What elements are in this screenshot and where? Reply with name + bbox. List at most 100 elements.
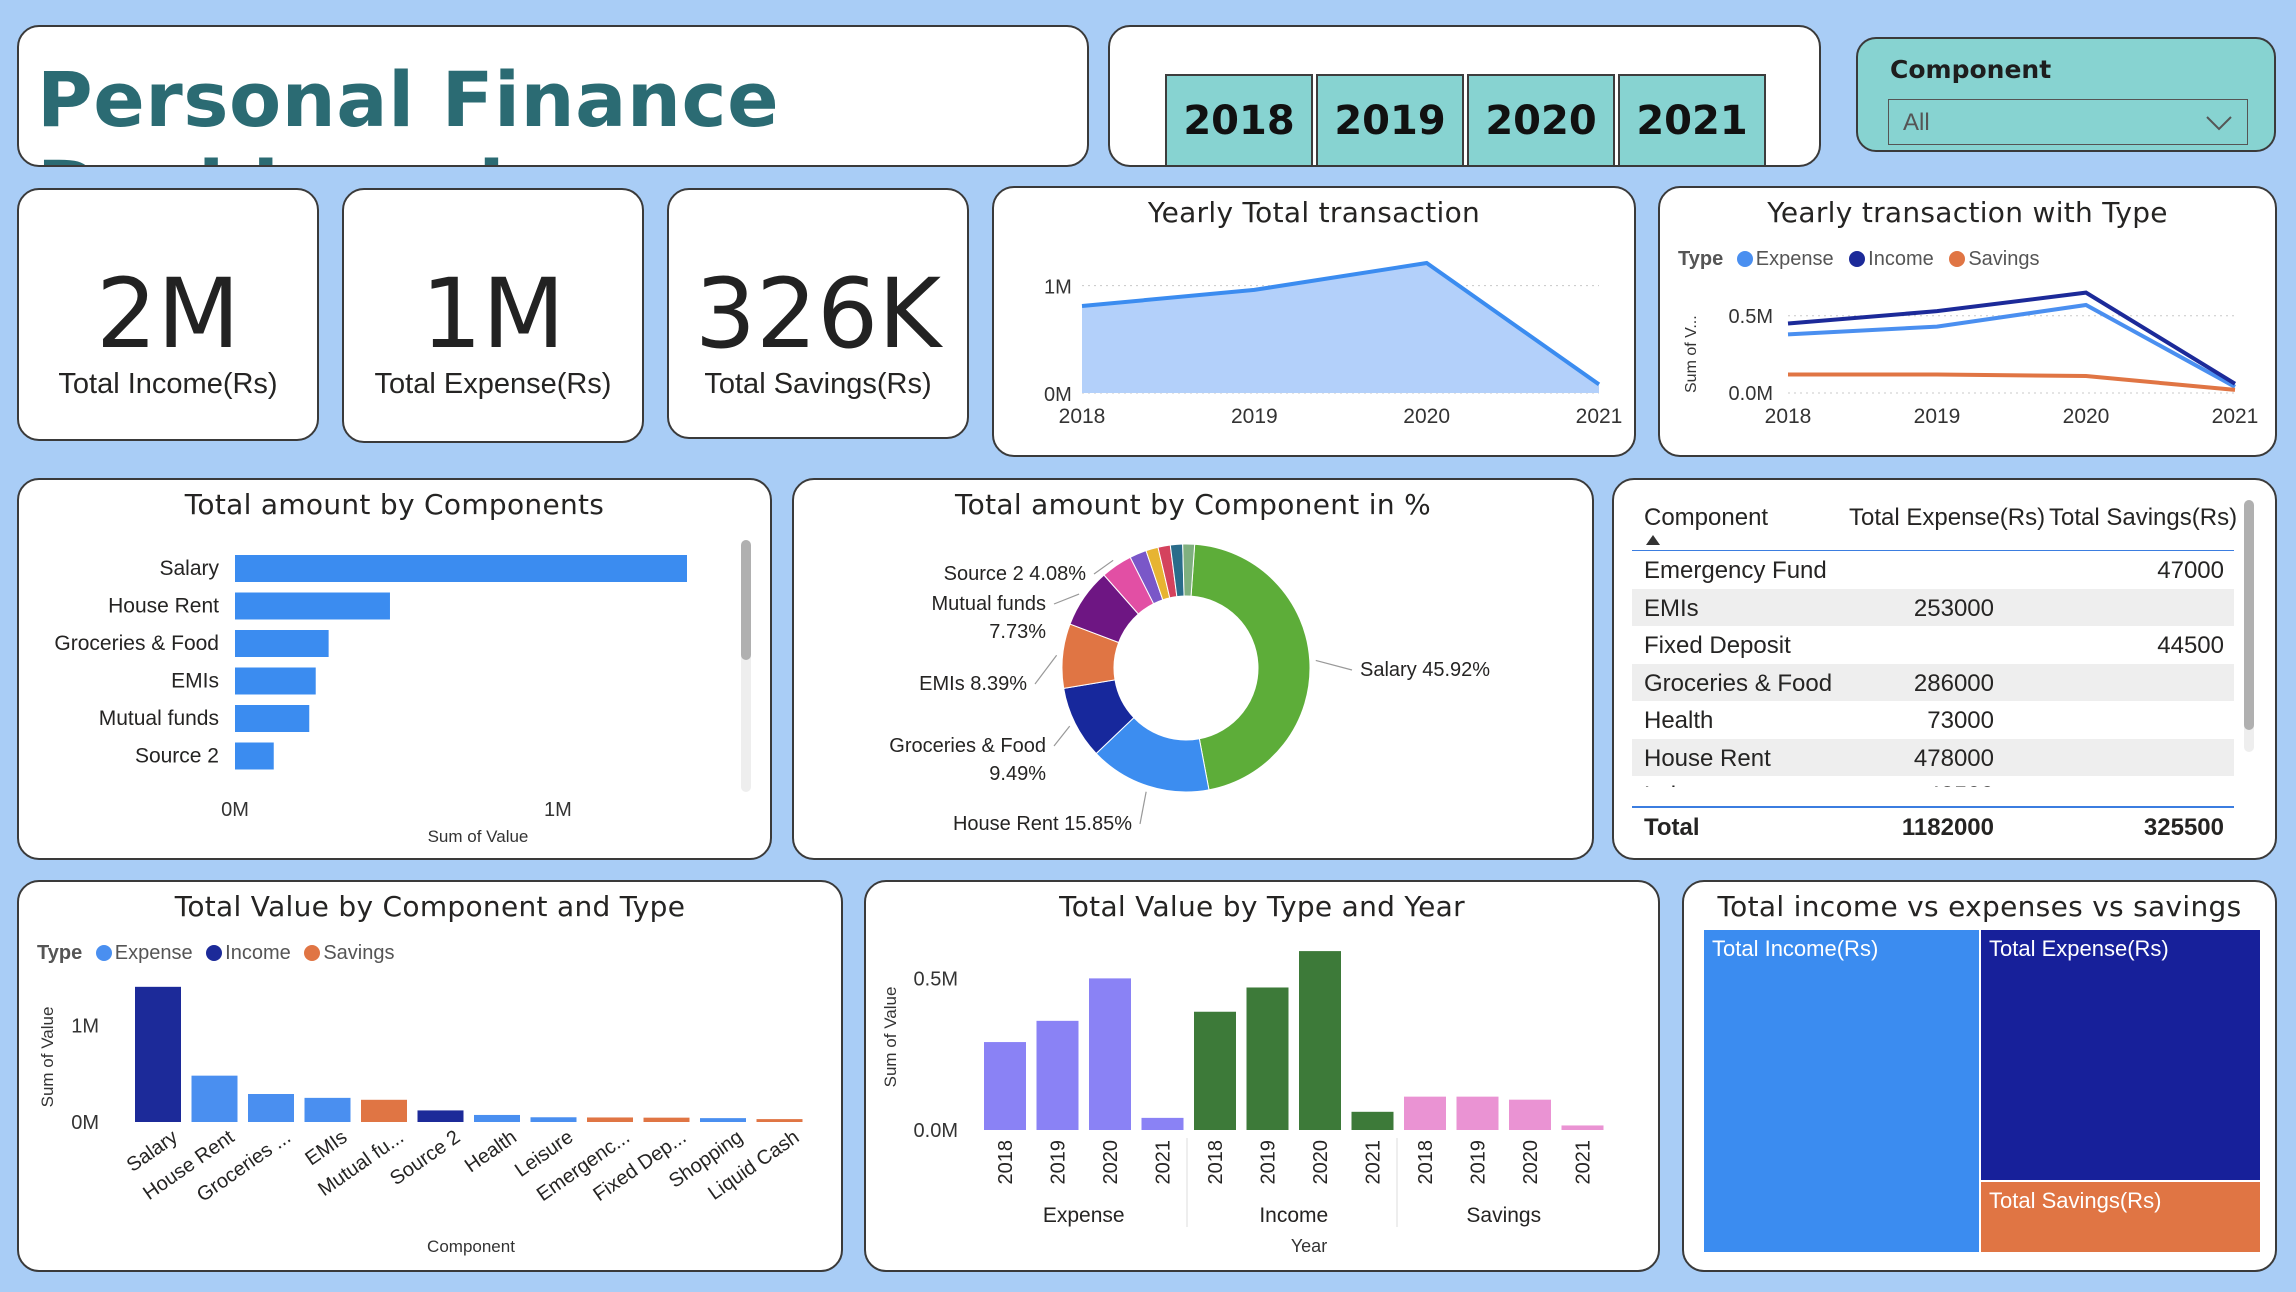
y-tick-label: 0.5M xyxy=(1729,306,1773,328)
table-scrollbar[interactable] xyxy=(2244,500,2254,752)
table-total-row: Total 1182000 325500 xyxy=(1632,810,2234,850)
kpi-total-expense-label: Total Expense(Rs) xyxy=(374,368,612,400)
treemap-chart: Total Income(Rs) Total Expense(Rs) Total S… xyxy=(1704,930,2260,1252)
title-card: Personal Finance Dashboard xyxy=(17,25,1089,167)
year-button-2018[interactable]: 2018 xyxy=(1165,74,1313,165)
bar xyxy=(235,630,329,657)
bar xyxy=(1194,1011,1236,1130)
cell-expense: 286000 xyxy=(1913,669,1994,697)
bar xyxy=(361,1099,407,1122)
components-bar-card: Total amount by Components Salary House R… xyxy=(17,478,772,860)
y-tick-label: 0M xyxy=(71,1112,99,1134)
cell-component: EMIs xyxy=(1644,594,1699,622)
cell-component: Leisure xyxy=(1644,782,1723,787)
treemap-tile[interactable]: Total Income(Rs) xyxy=(1704,930,1979,1252)
cell-expense: 253000 xyxy=(1913,594,1994,622)
treemap-tile-label: Total Expense(Rs) xyxy=(1989,936,2169,961)
table-body: Emergency Fund 47000 EMIs 253000 Fixed Depos… xyxy=(1614,551,2254,787)
x-axis-label: Sum of Value xyxy=(428,827,529,846)
series-line-income xyxy=(1787,290,2237,386)
x-tick-label: 2021 xyxy=(1573,1140,1595,1185)
component-slicer-label: Component xyxy=(1890,55,2052,84)
component-dropdown[interactable]: All xyxy=(1888,99,2248,145)
group-label: Savings xyxy=(1466,1204,1541,1227)
table-row[interactable]: Emergency Fund 47000 xyxy=(1632,551,2234,589)
bar xyxy=(235,742,274,770)
yearly-type-card: Yearly transaction with Type Type Expens… xyxy=(1658,186,2277,457)
column-header-expense[interactable]: Total Expense(Rs) xyxy=(1849,504,2045,532)
bar xyxy=(700,1118,746,1122)
kpi-total-income-label: Total Income(Rs) xyxy=(58,368,278,400)
x-tick-label: 2020 xyxy=(1520,1140,1542,1185)
y-tick-label: 0.5M xyxy=(914,968,958,990)
scrollbar-thumb[interactable] xyxy=(741,540,751,660)
bar xyxy=(984,1042,1026,1130)
sort-ascending-icon xyxy=(1646,535,1660,545)
scrollbar[interactable] xyxy=(741,540,751,792)
treemap-tile[interactable]: Total Savings(Rs) xyxy=(1981,1182,2260,1252)
bar xyxy=(530,1117,577,1122)
bar xyxy=(1456,1096,1499,1130)
category-label: Salary xyxy=(159,557,219,580)
bar xyxy=(756,1119,803,1122)
series-line-savings xyxy=(1788,372,2236,392)
x-tick-label: 2019 xyxy=(1048,1140,1070,1185)
x-tick-label: 1M xyxy=(544,799,572,821)
chevron-down-icon xyxy=(2206,116,2232,131)
year-button-2020[interactable]: 2020 xyxy=(1467,74,1615,165)
component-type-bar-chart: 0M1MSum of ValueSalaryHouse RentGrocerie… xyxy=(38,986,803,1256)
x-tick-label: 2018 xyxy=(1205,1140,1227,1185)
bar xyxy=(1351,1111,1394,1130)
bar xyxy=(235,555,687,582)
table-row[interactable]: Leisure 48500 xyxy=(1632,776,2234,787)
bar xyxy=(235,592,390,620)
cell-expense: 73000 xyxy=(1927,707,1994,734)
cell-component: Emergency Fund xyxy=(1644,557,1827,584)
x-tick-label: 2020 xyxy=(1310,1140,1332,1185)
bar xyxy=(643,1117,690,1122)
table-row[interactable]: Fixed Deposit 44500 xyxy=(1632,626,2234,664)
cell-component: House Rent xyxy=(1644,744,1771,772)
year-slicer-card: 2018 2019 2020 2021 xyxy=(1108,25,1821,167)
cell-component: Health xyxy=(1644,707,1714,734)
x-tick-label: 2021 xyxy=(1363,1140,1385,1185)
cell-savings: 47000 xyxy=(2157,557,2224,584)
treemap-tile[interactable]: Total Expense(Rs) xyxy=(1981,930,2260,1180)
bar xyxy=(1141,1117,1184,1130)
kpi-total-savings-card: 326K Total Savings(Rs) xyxy=(667,188,969,439)
cell-expense: 48500 xyxy=(1927,782,1994,787)
component-type-card: Total Value by Component and Type Type E… xyxy=(17,880,843,1272)
bar xyxy=(1299,951,1341,1130)
x-tick-label: 2018 xyxy=(995,1140,1017,1185)
treemap-card: Total income vs expenses vs savings Tota… xyxy=(1682,880,2277,1272)
slice-label: 7.73% xyxy=(989,621,1046,643)
slice-label: Groceries & Food xyxy=(889,735,1046,757)
table-row[interactable]: Health 73000 xyxy=(1632,701,2234,739)
year-button-2021[interactable]: 2021 xyxy=(1618,74,1766,165)
y-tick-label: 1M xyxy=(1044,277,1072,299)
table-row[interactable]: EMIs 253000 xyxy=(1632,588,2234,627)
year-button-2019[interactable]: 2019 xyxy=(1316,74,1464,165)
category-label: EMIs xyxy=(171,670,219,693)
column-header-component[interactable]: Component xyxy=(1644,504,1768,532)
y-axis-label: Sum of V... xyxy=(1683,315,1700,393)
group-label: Income xyxy=(1259,1204,1328,1227)
donut-card: Total amount by Component in % Salary 45… xyxy=(792,478,1594,860)
slice-label: Source 2 4.08% xyxy=(944,563,1087,585)
table-row[interactable]: Groceries & Food 286000 xyxy=(1632,663,2234,702)
leader-line xyxy=(1053,593,1080,605)
x-tick-label: 2018 xyxy=(1765,405,1812,428)
leader-line xyxy=(1139,791,1147,825)
x-tick-label: 2018 xyxy=(1059,405,1106,428)
components-bar-chart: Salary House Rent Groceries & Food EMIs Mutu… xyxy=(54,555,687,846)
category-label: Groceries & Food xyxy=(54,632,219,655)
bar xyxy=(1404,1096,1446,1130)
x-tick-label: 2019 xyxy=(1258,1140,1280,1185)
table-row[interactable]: House Rent 478000 xyxy=(1632,738,2234,777)
component-donut-chart: Salary 45.92% House Rent 15.85% Groceries … xyxy=(889,543,1490,835)
y-tick-label: 0.0M xyxy=(914,1120,958,1142)
table-scrollbar-thumb[interactable] xyxy=(2244,500,2254,730)
kpi-total-expense-value: 1M xyxy=(421,258,565,370)
column-header-savings[interactable]: Total Savings(Rs) xyxy=(2049,504,2237,532)
cell-savings: 44500 xyxy=(2157,632,2224,659)
